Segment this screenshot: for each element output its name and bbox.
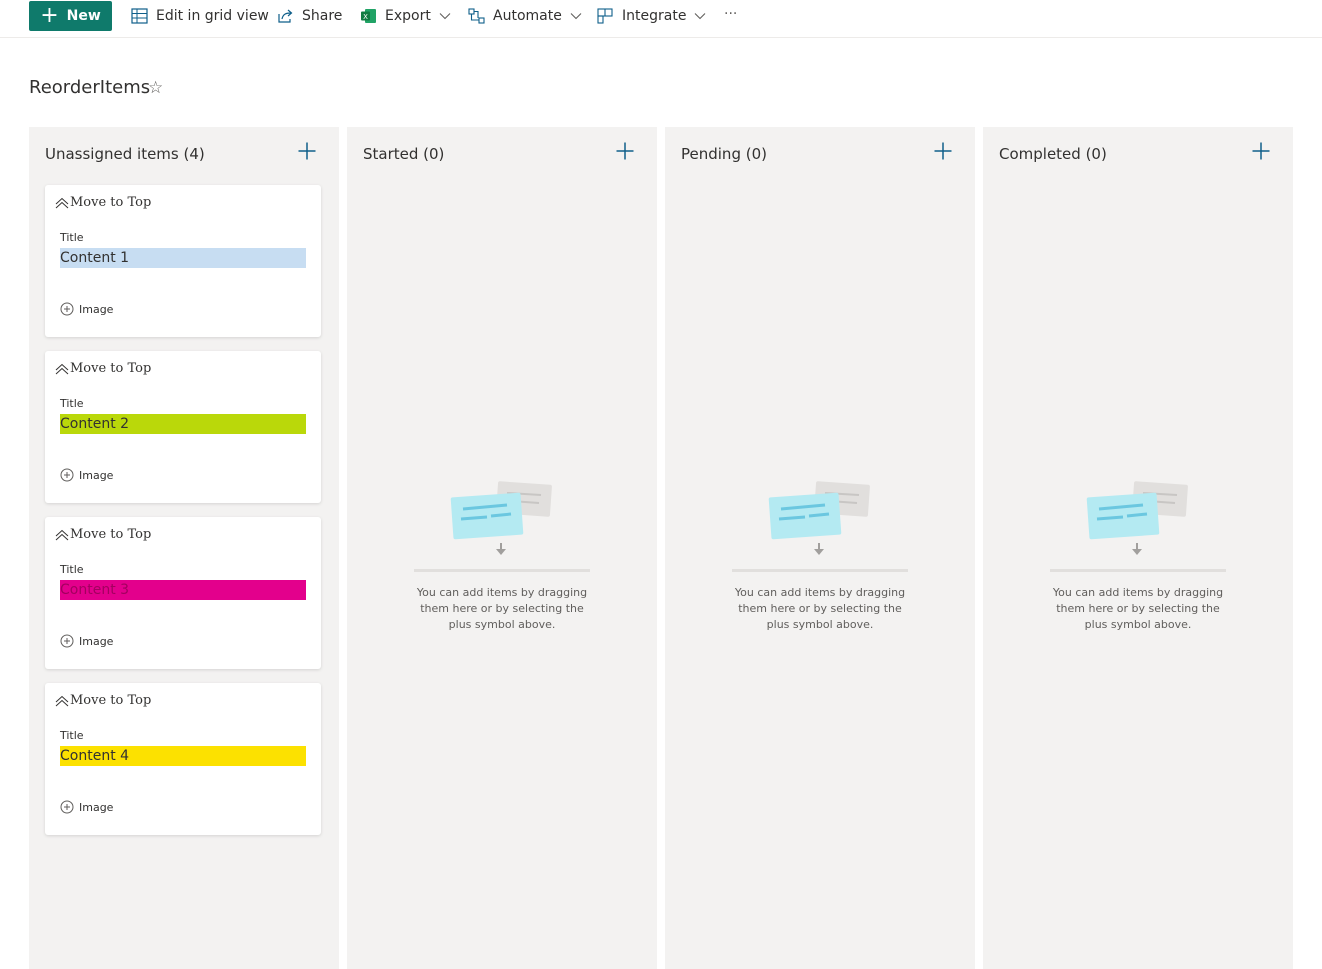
- new-button-label: New: [66, 8, 101, 24]
- favorite-star-icon[interactable]: ☆: [148, 78, 163, 98]
- automate-button[interactable]: Automate: [468, 5, 582, 27]
- column-header: Unassigned items (4): [45, 145, 205, 163]
- new-button[interactable]: + New: [29, 1, 112, 31]
- divider: [1050, 569, 1226, 572]
- export-button[interactable]: X Export: [360, 5, 451, 27]
- chevron-down-icon: [570, 12, 582, 20]
- column-header: Started (0): [363, 145, 445, 163]
- title-field-value: Content 1: [60, 248, 306, 268]
- add-circle-icon: [60, 302, 74, 316]
- move-to-top-label: Move to Top: [70, 195, 152, 210]
- svg-text:X: X: [363, 13, 368, 21]
- empty-state-text: You can add items by dragging them here …: [734, 586, 906, 631]
- move-to-top-label: Move to Top: [70, 693, 152, 708]
- export-label: Export: [385, 8, 431, 24]
- add-item-plus-icon[interactable]: [1251, 141, 1271, 161]
- move-to-top-button[interactable]: Move to Top: [55, 361, 151, 376]
- title-field-value: Content 3: [60, 580, 306, 600]
- edit-grid-view-label: Edit in grid view: [156, 8, 269, 24]
- divider: [414, 569, 590, 572]
- automate-icon: [468, 8, 485, 24]
- title-field-label: Title: [60, 729, 84, 742]
- page-title: ReorderItems: [29, 77, 151, 98]
- chevron-down-icon: [694, 12, 706, 20]
- edit-grid-view-button[interactable]: Edit in grid view: [131, 5, 269, 27]
- divider: [732, 569, 908, 572]
- integrate-label: Integrate: [622, 8, 687, 24]
- empty-cards-illustration-icon: [1086, 481, 1188, 555]
- empty-state-text: You can add items by dragging them here …: [1052, 586, 1224, 631]
- share-icon: [277, 8, 294, 24]
- add-image-label: Image: [79, 800, 114, 814]
- column-header: Pending (0): [681, 145, 767, 163]
- integrate-button[interactable]: Integrate: [597, 5, 706, 27]
- command-bar: + New Edit in grid view Share X Export A…: [0, 0, 1322, 38]
- card[interactable]: Move to Top Title Content 4 Image: [45, 683, 321, 835]
- move-to-top-button[interactable]: Move to Top: [55, 195, 151, 210]
- add-image-button[interactable]: Image: [60, 634, 113, 648]
- add-image-label: Image: [79, 302, 114, 316]
- board-column-completed: Completed (0) You can add items by dragg…: [983, 127, 1293, 969]
- add-circle-icon: [60, 800, 74, 814]
- empty-cards-illustration-icon: [450, 481, 552, 555]
- title-field-label: Title: [60, 397, 84, 410]
- title-field-label: Title: [60, 563, 84, 576]
- integrate-icon: [597, 8, 614, 24]
- title-field-value: Content 4: [60, 746, 306, 766]
- empty-cards-illustration-icon: [768, 481, 870, 555]
- chevron-down-icon: [439, 12, 451, 20]
- move-to-top-label: Move to Top: [70, 361, 152, 376]
- excel-icon: X: [360, 8, 377, 24]
- move-to-top-button[interactable]: Move to Top: [55, 693, 151, 708]
- automate-label: Automate: [493, 8, 562, 24]
- card[interactable]: Move to Top Title Content 3 Image: [45, 517, 321, 669]
- double-chevron-up-icon: [55, 695, 69, 706]
- board-column-started: Started (0) You can add items by draggin…: [347, 127, 657, 969]
- grid-icon: [131, 8, 148, 24]
- add-circle-icon: [60, 468, 74, 482]
- column-header: Completed (0): [999, 145, 1107, 163]
- share-label: Share: [302, 8, 343, 24]
- card[interactable]: Move to Top Title Content 1 Image: [45, 185, 321, 337]
- add-item-plus-icon[interactable]: [615, 141, 635, 161]
- double-chevron-up-icon: [55, 197, 69, 208]
- share-button[interactable]: Share: [277, 5, 342, 27]
- add-image-button[interactable]: Image: [60, 468, 113, 482]
- title-field-value: Content 2: [60, 414, 306, 434]
- more-icon: ···: [724, 6, 738, 22]
- board-column-pending: Pending (0) You can add items by draggin…: [665, 127, 975, 969]
- add-circle-icon: [60, 634, 74, 648]
- double-chevron-up-icon: [55, 363, 69, 374]
- move-to-top-label: Move to Top: [70, 527, 152, 542]
- empty-state-text: You can add items by dragging them here …: [416, 586, 588, 631]
- add-item-plus-icon[interactable]: [933, 141, 953, 161]
- title-field-label: Title: [60, 231, 84, 244]
- add-image-label: Image: [79, 468, 114, 482]
- add-image-label: Image: [79, 634, 114, 648]
- more-options-button[interactable]: ···: [724, 3, 737, 25]
- plus-icon: +: [40, 3, 59, 28]
- add-image-button[interactable]: Image: [60, 800, 113, 814]
- double-chevron-up-icon: [55, 529, 69, 540]
- move-to-top-button[interactable]: Move to Top: [55, 527, 151, 542]
- add-item-plus-icon[interactable]: [297, 141, 317, 161]
- add-image-button[interactable]: Image: [60, 302, 113, 316]
- board-column-unassigned: Unassigned items (4) Move to Top Title C…: [29, 127, 339, 969]
- card[interactable]: Move to Top Title Content 2 Image: [45, 351, 321, 503]
